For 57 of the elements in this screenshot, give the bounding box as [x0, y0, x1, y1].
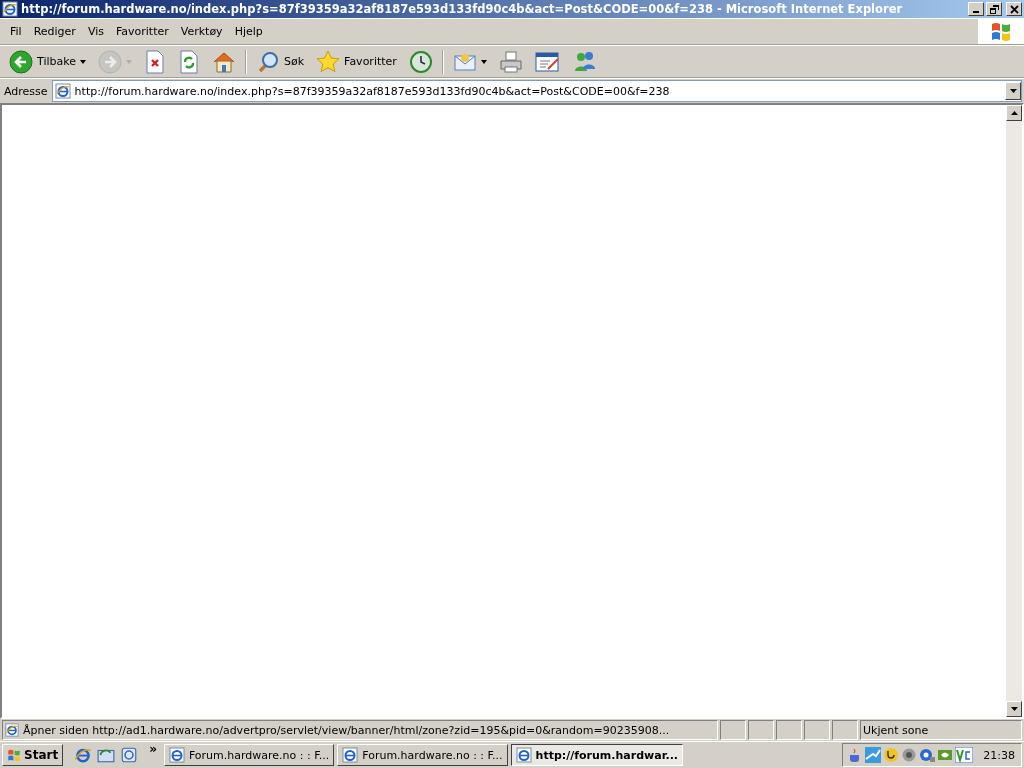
- scroll-down-button[interactable]: [1006, 701, 1022, 717]
- page-icon: [342, 747, 359, 763]
- remote-desktop-icon[interactable]: [955, 747, 974, 763]
- down-arrow-icon: [1010, 707, 1018, 711]
- toolbar-button[interactable]: Favoritter: [311, 47, 402, 76]
- desktop-launch-icon[interactable]: [120, 746, 139, 764]
- graphics-card-icon[interactable]: [937, 747, 954, 763]
- page-icon: [168, 747, 185, 763]
- wave-icon[interactable]: [865, 747, 882, 763]
- zone-text: Ukjent sone: [860, 720, 1022, 740]
- window-title: http://forum.hardware.no/index.php?s=87f39359a32af8187e593d133fd90c4b&act=Post&CODE=00&f=238 - Microsoft Internet Explorer: [21, 2, 904, 16]
- dropdown-caret-icon: [480, 59, 487, 64]
- minimize-icon: [973, 11, 979, 13]
- people-icon: [572, 49, 597, 74]
- refresh-icon: [177, 49, 200, 74]
- restore-icon: [989, 4, 999, 14]
- dropdown-caret-icon: [79, 59, 86, 64]
- page-icon: [515, 747, 532, 763]
- minimize-button[interactable]: [968, 2, 984, 16]
- menu-item[interactable]: Hjelp: [228, 23, 269, 40]
- toolbar-button[interactable]: Tilbake: [4, 47, 91, 76]
- edit-window-icon: [534, 49, 561, 74]
- address-field[interactable]: http://forum.hardware.no/index.php?s=87f39359a32af8187e593d133fd90c4b&act=Post&CODE=00&f=238: [51, 80, 1022, 102]
- menu-item[interactable]: Favoritter: [109, 23, 175, 40]
- restore-button[interactable]: [986, 2, 1002, 16]
- close-button[interactable]: [1006, 2, 1022, 16]
- scroll-up-button[interactable]: [1006, 105, 1022, 121]
- dropdown-button[interactable]: [1005, 82, 1021, 100]
- toolbar-button[interactable]: Søk: [250, 47, 310, 76]
- caret-icon: [1009, 89, 1017, 93]
- printer-icon: [498, 49, 523, 74]
- history-clock-icon: [408, 49, 433, 74]
- start-button[interactable]: Start: [2, 744, 64, 766]
- speaker-icon[interactable]: [901, 747, 918, 763]
- status-text: Åpner siden http://ad1.hardware.no/advertpro/servlet/view/banner/html/zone?zid=195&pid=0&random=90235908...: [23, 723, 670, 737]
- browser-launch-icon[interactable]: [74, 746, 93, 764]
- menu-item[interactable]: Rediger: [27, 23, 82, 40]
- taskbar-button[interactable]: Forum.hardware.no : : F...: [163, 744, 335, 766]
- menu-item[interactable]: Verktøy: [174, 23, 229, 40]
- network-icon[interactable]: [919, 747, 936, 763]
- scrollbar[interactable]: [1006, 105, 1022, 717]
- address-label: Adresse: [4, 84, 48, 98]
- flag-logo-icon: [7, 748, 21, 762]
- dropdown-caret-icon: [125, 59, 132, 64]
- flag-logo-icon: [990, 21, 1012, 42]
- close-icon: [1009, 4, 1019, 14]
- up-arrow-icon: [1010, 111, 1018, 115]
- clock-time: 21:38: [983, 748, 1015, 762]
- page-loading-icon: [5, 723, 19, 737]
- taskbar-button[interactable]: Forum.hardware.no : : F...: [337, 744, 508, 766]
- stop-icon: [143, 49, 166, 74]
- page-icon: [54, 83, 71, 99]
- chevron-button[interactable]: »: [145, 742, 161, 756]
- taskbar-button[interactable]: http://forum.hardwar...: [510, 744, 684, 766]
- menu-item[interactable]: Fil: [4, 23, 28, 40]
- menu-item[interactable]: Vis: [81, 23, 110, 40]
- star-icon: [316, 49, 341, 74]
